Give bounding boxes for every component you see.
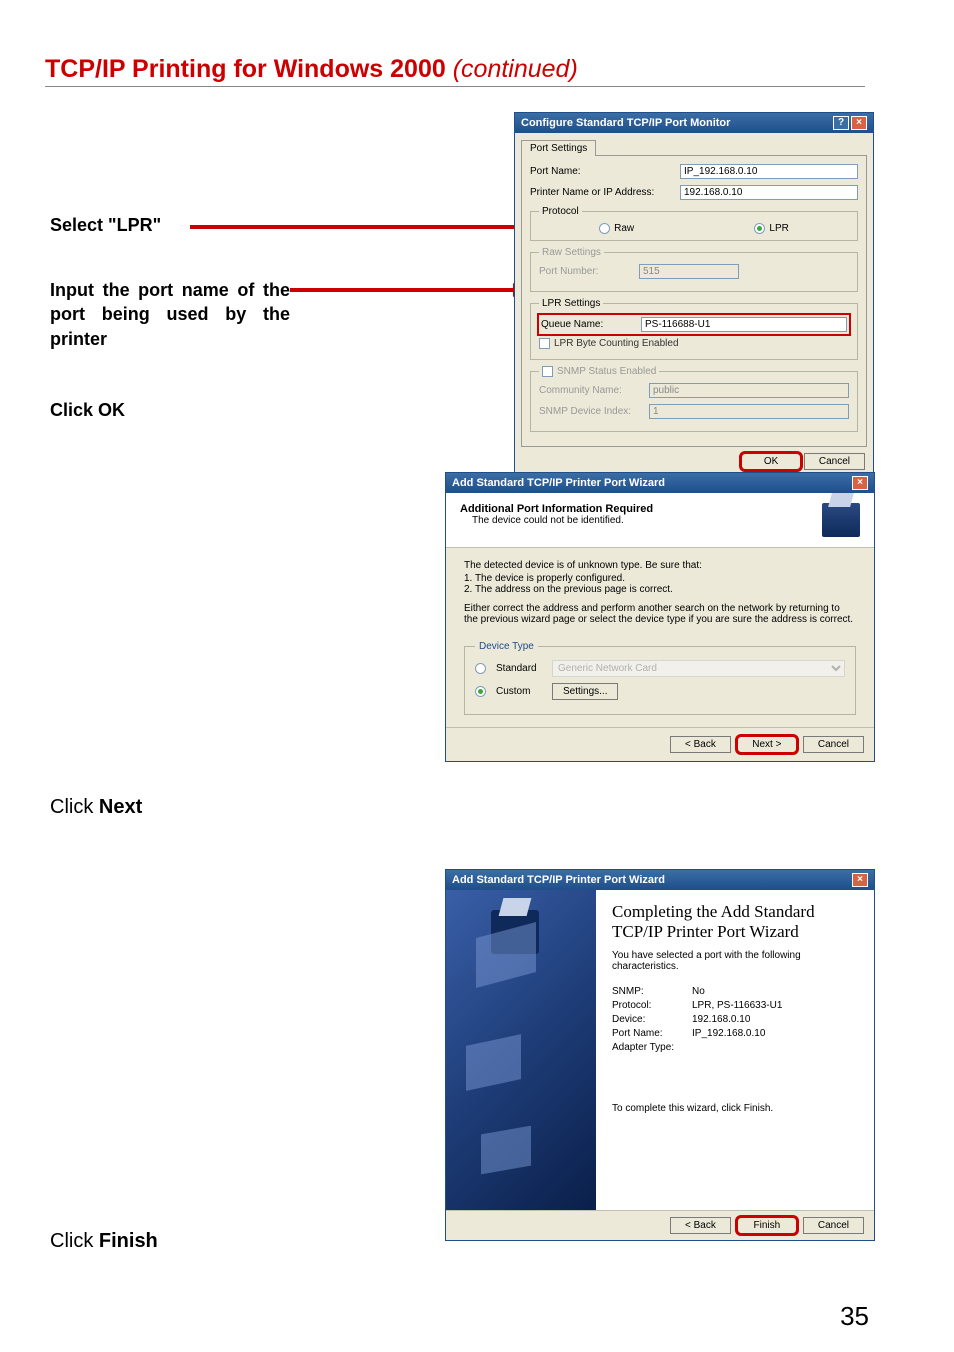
dialog1-title: Configure Standard TCP/IP Port Monitor	[521, 117, 831, 129]
settings-button[interactable]: Settings...	[552, 683, 618, 700]
printer-addr-label: Printer Name or IP Address:	[530, 187, 680, 198]
community-label: Community Name:	[539, 385, 649, 396]
lpr-byte-label: LPR Byte Counting Enabled	[554, 338, 679, 349]
close-icon[interactable]: ×	[851, 116, 867, 130]
help-icon[interactable]: ?	[833, 116, 849, 130]
finish-button[interactable]: Finish	[737, 1217, 797, 1234]
dlg2-header-sub: The device could not be identified.	[460, 515, 822, 526]
printer-icon	[822, 503, 860, 537]
instruction-click-finish: Click Finish	[50, 1230, 158, 1253]
radio-standard[interactable]	[475, 663, 486, 674]
snmp-k: SNMP:	[612, 986, 692, 997]
queue-name-input[interactable]	[641, 317, 847, 332]
raw-label: Raw	[614, 223, 634, 234]
instruction-select-lpr: Select "LPR"	[50, 215, 161, 236]
standard-label: Standard	[496, 663, 546, 674]
dlg2-line2: 1. The device is properly configured.	[464, 573, 856, 584]
adapter-k: Adapter Type:	[612, 1042, 692, 1053]
back-button[interactable]: < Back	[670, 1217, 731, 1234]
lpr-label: LPR	[769, 223, 788, 234]
dlg2-header-title: Additional Port Information Required	[460, 503, 822, 515]
completing-intro: You have selected a port with the follow…	[612, 950, 858, 972]
dlg2-line1: The detected device is of unknown type. …	[464, 560, 856, 571]
dialog3-titlebar: Add Standard TCP/IP Printer Port Wizard …	[446, 870, 874, 890]
port-name-label: Port Name:	[530, 166, 680, 177]
cancel-button[interactable]: Cancel	[803, 1217, 864, 1234]
click-prefix-3: Click	[50, 1230, 99, 1252]
radio-lpr[interactable]: LPR	[754, 223, 788, 234]
cancel-button[interactable]: Cancel	[804, 453, 865, 470]
dlg2-para2: Either correct the address and perform a…	[464, 603, 856, 625]
dev-k: Device:	[612, 1014, 692, 1025]
click-next-bold: Next	[99, 796, 142, 818]
dev-v: 192.168.0.10	[692, 1014, 750, 1025]
raw-settings-legend: Raw Settings	[539, 247, 604, 258]
arrow-to-queue	[290, 288, 515, 292]
dialog2-title: Add Standard TCP/IP Printer Port Wizard	[452, 477, 850, 489]
port-k: Port Name:	[612, 1028, 692, 1039]
snmp-v: No	[692, 986, 705, 997]
protocol-legend: Protocol	[539, 206, 582, 217]
page-title: TCP/IP Printing for Windows 2000 (contin…	[45, 55, 578, 84]
click-finish-bold: Finish	[99, 1230, 158, 1252]
instruction-click-next: Click Next	[50, 796, 142, 819]
dialog3-title: Add Standard TCP/IP Printer Port Wizard	[452, 874, 850, 886]
port-name-input[interactable]	[680, 164, 858, 179]
wizard-graphic	[446, 890, 596, 1210]
proto-v: LPR, PS-116633-U1	[692, 1000, 782, 1011]
next-button[interactable]: Next >	[737, 736, 797, 753]
close-icon[interactable]: ×	[852, 476, 868, 490]
tab-port-settings[interactable]: Port Settings	[521, 140, 596, 156]
lpr-byte-check[interactable]: LPR Byte Counting Enabled	[539, 338, 849, 349]
standard-select: Generic Network Card	[552, 660, 845, 677]
title-main: TCP/IP Printing for Windows 2000	[45, 55, 446, 83]
click-prefix: Click	[50, 400, 98, 420]
cancel-button[interactable]: Cancel	[803, 736, 864, 753]
instruction-click-ok: Click OK	[50, 400, 125, 421]
instruction-input-port: Input the port name of the port being us…	[50, 278, 290, 351]
click-ok-bold: OK	[98, 400, 125, 420]
completing-footer: To complete this wizard, click Finish.	[612, 1103, 858, 1114]
snmp-check-legend[interactable]: SNMP Status Enabled	[539, 366, 659, 377]
dialog1-titlebar: Configure Standard TCP/IP Port Monitor ?…	[515, 113, 873, 133]
click-prefix-2: Click	[50, 796, 99, 818]
close-icon[interactable]: ×	[852, 873, 868, 887]
queue-name-label: Queue Name:	[541, 319, 641, 330]
ok-button[interactable]: OK	[741, 453, 801, 470]
add-port-wizard-dialog: Add Standard TCP/IP Printer Port Wizard …	[445, 472, 875, 762]
lpr-settings-legend: LPR Settings	[539, 298, 603, 309]
dlg2-line3: 2. The address on the previous page is c…	[464, 584, 856, 595]
proto-k: Protocol:	[612, 1000, 692, 1011]
raw-port-label: Port Number:	[539, 266, 639, 277]
title-underline	[45, 86, 865, 87]
arrow-to-lpr	[190, 225, 520, 229]
snmp-index-label: SNMP Device Index:	[539, 406, 649, 417]
dialog2-titlebar: Add Standard TCP/IP Printer Port Wizard …	[446, 473, 874, 493]
radio-custom[interactable]	[475, 686, 486, 697]
snmp-enabled-label: SNMP Status Enabled	[557, 366, 656, 377]
community-input	[649, 383, 849, 398]
radio-raw[interactable]: Raw	[599, 223, 634, 234]
configure-port-dialog: Configure Standard TCP/IP Port Monitor ?…	[514, 112, 874, 479]
snmp-index-input	[649, 404, 849, 419]
custom-label: Custom	[496, 686, 546, 697]
port-v: IP_192.168.0.10	[692, 1028, 765, 1039]
raw-port-input	[639, 264, 739, 279]
device-type-legend: Device Type	[475, 641, 538, 652]
summary-list: SNMP:No Protocol:LPR, PS-116633-U1 Devic…	[612, 986, 858, 1053]
page-number: 35	[840, 1301, 869, 1332]
completing-heading: Completing the Add Standard TCP/IP Print…	[612, 902, 858, 942]
finish-wizard-dialog: Add Standard TCP/IP Printer Port Wizard …	[445, 869, 875, 1241]
back-button[interactable]: < Back	[670, 736, 731, 753]
title-continued: (continued)	[446, 55, 578, 83]
printer-addr-input[interactable]	[680, 185, 858, 200]
